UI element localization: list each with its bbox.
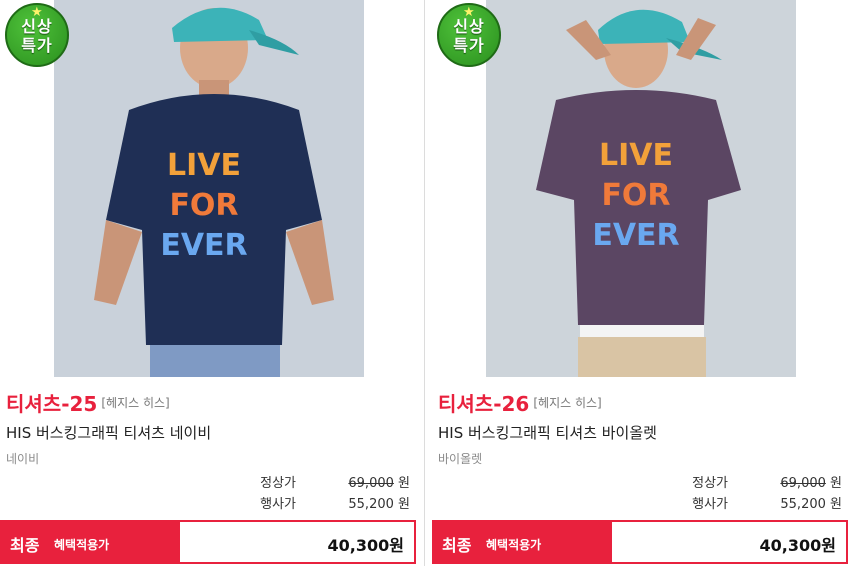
brand-name: [헤지스 히스] [533,396,602,410]
product-code-row: 티셔츠-25 [헤지스 히스] [6,388,170,417]
currency: 원 [830,497,842,512]
final-label: 최종 [10,536,40,555]
product-code-row: 티셔츠-26 [헤지스 히스] [438,388,602,417]
shirt-print-line1: LIVE [167,148,241,183]
final-price-box[interactable]: 최종 혜택적용가 40,300원 [0,520,416,564]
sale-price: 55,200 [780,497,826,512]
brand-name: [헤지스 히스] [101,396,170,410]
shirt-print-line2: FOR [601,178,670,213]
final-price-tag: 최종 혜택적용가 [2,522,180,562]
badge-line2: 특가 [21,36,53,55]
badge-line2: 특가 [453,36,485,55]
final-label: 최종 [442,536,472,555]
product-color: 바이올렛 [438,452,483,466]
card-divider [424,0,425,566]
final-price: 40,300원 [327,536,404,555]
regular-price: 69,000 [780,476,826,491]
product-title[interactable]: HIS 버스킹그래픽 티셔츠 네이비 [6,422,211,443]
product-title[interactable]: HIS 버스킹그래픽 티셔츠 바이올렛 [438,422,657,443]
sale-price: 55,200 [348,497,394,512]
final-price: 40,300원 [759,536,836,555]
regular-price: 69,000 [348,476,394,491]
star-icon: ★ [463,5,476,20]
product-card-26[interactable]: LIVE FOR EVER ★ 신상 특가 티셔츠-26 [헤지스 히스] HIS… [432,0,848,566]
product-card-25[interactable]: LIVE FOR EVER ★ 신상 특가 티셔츠-25 [헤지스 히스] HIS… [0,0,416,566]
currency: 원 [398,497,410,512]
currency: 원 [830,476,842,491]
shirt-print-line3: EVER [160,228,247,263]
sale-price-label: 행사가 [260,497,296,512]
final-sub-label: 혜택적용가 [486,538,542,552]
shirt-print-line2: FOR [169,188,238,223]
new-special-badge: ★ 신상 특가 [5,3,69,67]
star-icon: ★ [31,5,44,20]
final-price-box[interactable]: 최종 혜택적용가 40,300원 [432,520,848,564]
final-price-tag: 최종 혜택적용가 [434,522,612,562]
violet-tshirt-model-image: LIVE FOR EVER [486,0,796,377]
shirt-print-line3: EVER [592,218,679,253]
regular-price-label: 정상가 [260,476,296,491]
final-sub-label: 혜택적용가 [54,538,110,552]
shirt-print-line1: LIVE [599,138,673,173]
navy-tshirt-model-image: LIVE FOR EVER [54,0,364,377]
sale-price-label: 행사가 [692,497,728,512]
product-image[interactable]: LIVE FOR EVER [486,0,796,377]
regular-price-label: 정상가 [692,476,728,491]
product-color: 네이비 [6,452,40,466]
new-special-badge: ★ 신상 특가 [437,3,501,67]
product-image[interactable]: LIVE FOR EVER [54,0,364,377]
product-code[interactable]: 티셔츠-26 [438,392,529,416]
product-code[interactable]: 티셔츠-25 [6,392,97,416]
currency: 원 [398,476,410,491]
